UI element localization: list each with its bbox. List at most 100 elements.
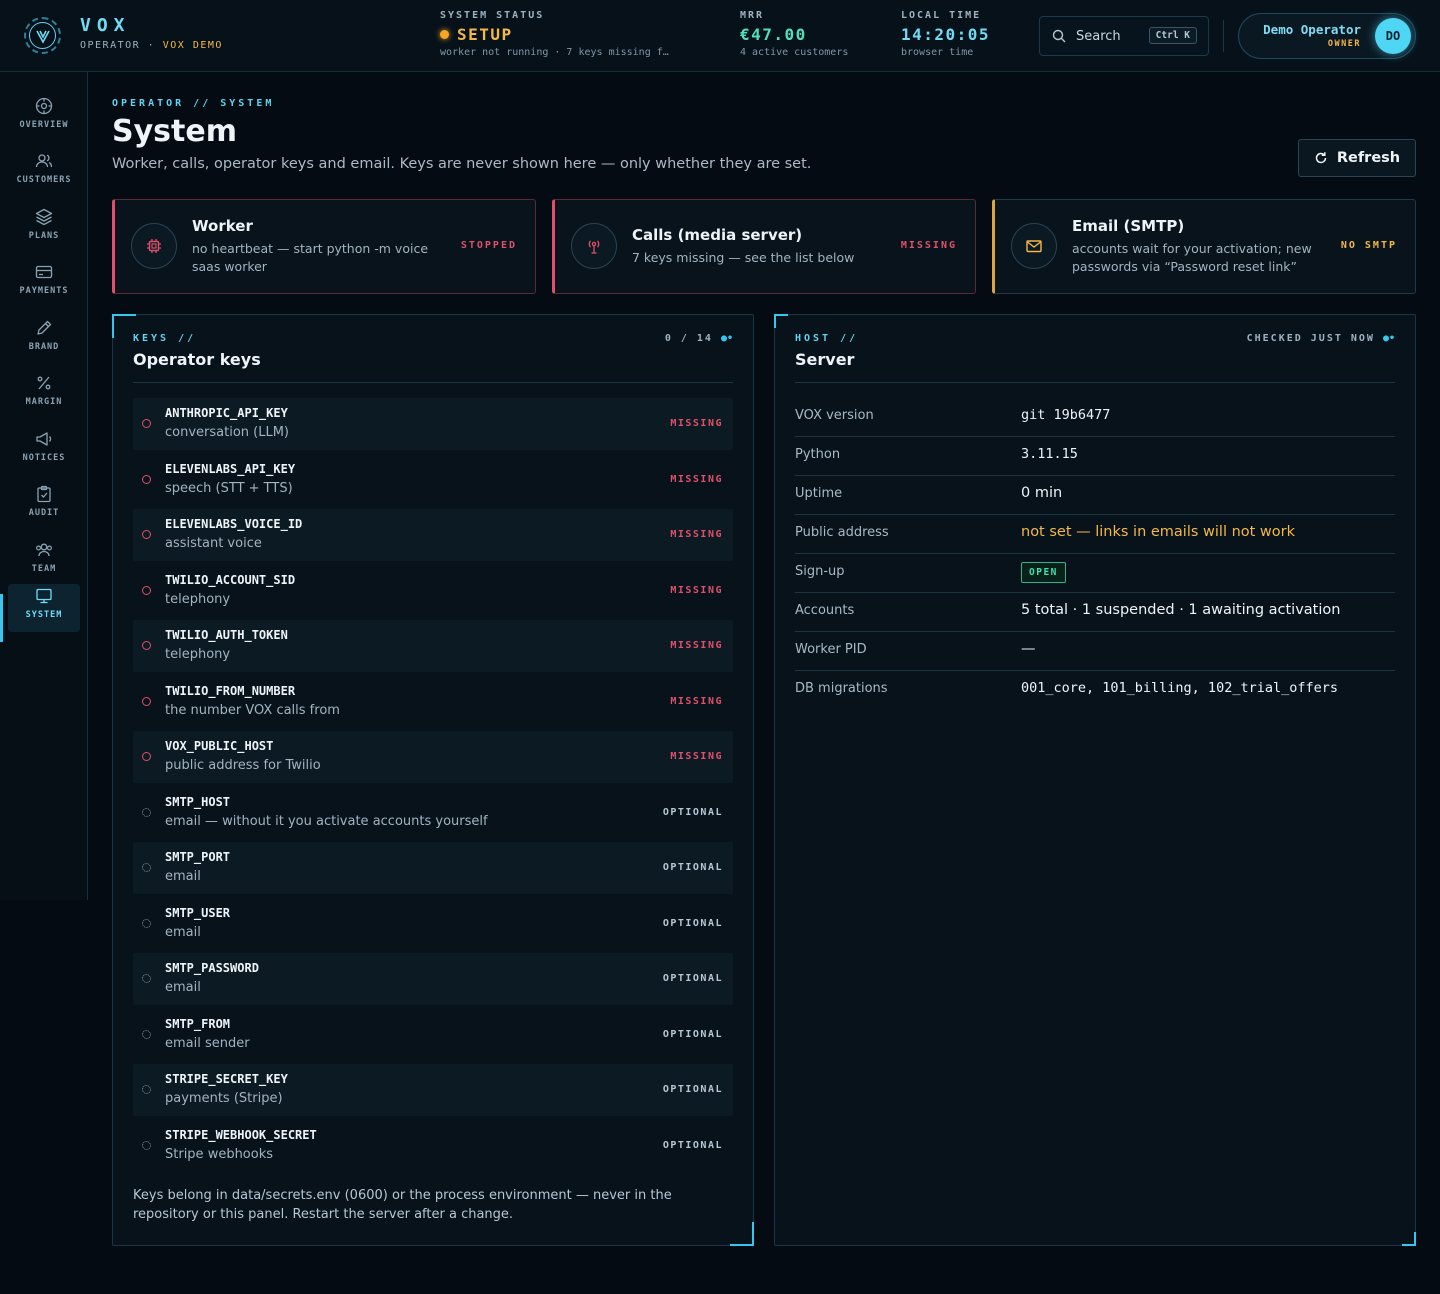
server-info-row: Uptime 0 min xyxy=(795,476,1395,515)
server-info-row: VOX version git 19b6477 xyxy=(795,398,1395,437)
mail-icon xyxy=(1011,223,1057,269)
key-row: TWILIO_AUTH_TOKEN telephony MISSING xyxy=(133,620,733,672)
percent-icon xyxy=(37,376,51,390)
brand-sub-prefix: OPERATOR · xyxy=(80,40,156,51)
credit-card-icon xyxy=(35,265,53,279)
worker-card-title: Worker xyxy=(192,217,253,235)
sidebar-item-payments[interactable]: PAYMENTS xyxy=(8,260,80,306)
key-status-dot-icon xyxy=(142,419,151,428)
sidebar-item-team[interactable]: TEAM xyxy=(8,538,80,584)
system-status-stat: SYSTEM STATUS SETUP worker not running ·… xyxy=(440,10,700,58)
cpu-icon xyxy=(131,223,177,269)
server-panel: HOST // Server CHECKED JUST NOW ●• VOX ve… xyxy=(774,314,1416,1246)
server-info-value: 0 min xyxy=(1021,485,1063,501)
key-description: email xyxy=(165,869,201,884)
worker-card-desc-line2: saas worker xyxy=(192,259,267,274)
server-info-row: DB migrations 001_core, 101_billing, 102_… xyxy=(795,671,1395,710)
sidebar-item-customers[interactable]: CUSTOMERS xyxy=(8,149,80,195)
server-info-value: OPEN xyxy=(1021,562,1066,583)
sidebar-item-brand[interactable]: BRAND xyxy=(8,316,80,362)
sidebar-item-system[interactable]: SYSTEM xyxy=(8,584,80,632)
server-info-row: Python 3.11.15 xyxy=(795,437,1395,476)
key-row: TWILIO_FROM_NUMBER the number VOX calls f… xyxy=(133,676,733,728)
key-row: SMTP_USER email OPTIONAL xyxy=(133,898,733,950)
status-dots-icon: ●• xyxy=(1382,333,1395,344)
user-menu[interactable]: Demo Operator OWNER DO xyxy=(1238,13,1416,59)
nav-active-indicator xyxy=(0,594,3,642)
local-time-value: 14:20:05 xyxy=(901,25,991,44)
key-status: MISSING xyxy=(670,584,723,596)
key-status-dot-icon xyxy=(142,752,151,761)
key-description: telephony xyxy=(165,591,231,607)
key-status: OPTIONAL xyxy=(662,1028,723,1040)
key-status-dot-icon xyxy=(142,807,151,817)
refresh-button[interactable]: Refresh xyxy=(1298,139,1416,177)
keys-title: Operator keys xyxy=(133,350,261,369)
key-status: MISSING xyxy=(670,751,723,762)
key-name: ELEVENLABS_API_KEY xyxy=(165,461,296,476)
panel-corner xyxy=(730,1222,754,1246)
key-name: TWILIO_FROM_NUMBER xyxy=(165,683,296,698)
sidebar-item-margin[interactable]: MARGIN xyxy=(8,371,80,417)
key-description: speech (STT + TTS) xyxy=(165,480,293,496)
sidebar-item-plans[interactable]: PLANS xyxy=(8,205,80,251)
panel-divider xyxy=(795,382,1395,383)
mrr-sub: 4 active customers xyxy=(740,47,849,58)
vox-logo-icon[interactable] xyxy=(24,17,61,54)
worker-status-badge: STOPPED xyxy=(460,240,517,251)
system-status-text: SETUP xyxy=(457,25,513,44)
users-icon xyxy=(35,154,53,168)
key-status-dot-icon xyxy=(142,1140,151,1150)
server-info-label: Python xyxy=(795,447,841,462)
search-label: Search xyxy=(1076,28,1121,44)
key-row: TWILIO_ACCOUNT_SID telephony MISSING xyxy=(133,565,733,617)
monitor-icon xyxy=(36,588,52,604)
sidebar-item-notices[interactable]: NOTICES xyxy=(8,427,80,473)
system-status-sub: worker not running · 7 keys missing f… xyxy=(440,47,669,58)
key-status: OPTIONAL xyxy=(662,973,723,984)
sidebar-item-label: TEAM xyxy=(31,564,57,574)
sidebar-item-label: MARGIN xyxy=(25,397,63,407)
key-status: OPTIONAL xyxy=(662,1084,723,1095)
refresh-icon xyxy=(1315,152,1327,164)
server-info-row: Public address not set — links in emails … xyxy=(795,515,1395,554)
email-card-desc-line1: accounts wait for your activation; new xyxy=(1072,241,1312,256)
sidebar-item-overview[interactable]: OVERVIEW xyxy=(8,94,80,140)
email-status-badge: NO SMTP xyxy=(1340,240,1397,251)
local-time-sub: browser time xyxy=(901,47,974,58)
worker-status-card: Worker no heartbeat — start python -m vo… xyxy=(112,199,536,294)
pen-icon xyxy=(37,320,52,335)
key-name: SMTP_USER xyxy=(165,905,231,920)
server-info-label: Uptime xyxy=(795,486,843,501)
key-description: email xyxy=(165,924,201,940)
calls-card-title: Calls (media server) xyxy=(632,226,803,244)
search-button[interactable]: Search Ctrl K xyxy=(1039,16,1209,56)
keys-kicker: KEYS // xyxy=(133,333,197,344)
key-description: telephony xyxy=(165,647,231,662)
status-dots-icon: ●• xyxy=(720,333,733,344)
keys-footer-note: Keys belong in data/secrets.env (0600) o… xyxy=(133,1186,733,1224)
key-description: assistant voice xyxy=(165,536,262,551)
operator-keys-panel: KEYS // Operator keys 0 / 14 ●• ANTHROPIC… xyxy=(112,314,754,1246)
email-card-title: Email (SMTP) xyxy=(1072,217,1185,235)
key-status-dot-icon xyxy=(142,530,151,539)
key-row: STRIPE_WEBHOOK_SECRET Stripe webhooks OPTI… xyxy=(133,1120,733,1172)
panel-corner xyxy=(774,314,788,328)
server-info-label: Accounts xyxy=(795,603,855,618)
key-description: Stripe webhooks xyxy=(165,1146,274,1162)
server-info-row: Worker PID — xyxy=(795,632,1395,671)
sidebar-item-label: SYSTEM xyxy=(25,610,63,620)
key-status: OPTIONAL xyxy=(662,806,723,818)
panel-divider xyxy=(133,382,733,383)
system-status-label: SYSTEM STATUS xyxy=(440,10,545,21)
key-description: conversation (LLM) xyxy=(165,425,289,440)
key-name: STRIPE_WEBHOOK_SECRET xyxy=(165,1127,317,1142)
server-info-label: Sign-up xyxy=(795,564,845,579)
server-info-value: 3.11.15 xyxy=(1021,446,1078,462)
key-status-dot-icon xyxy=(142,1029,151,1039)
sidebar: OVERVIEW CUSTOMERS PLANS PAYMENTS BRAND … xyxy=(0,72,88,900)
sidebar-item-audit[interactable]: AUDIT xyxy=(8,482,80,528)
key-name: ELEVENLABS_VOICE_ID xyxy=(165,517,303,531)
brand-subtitle: OPERATOR · VOX DEMO xyxy=(80,40,223,51)
key-name: TWILIO_AUTH_TOKEN xyxy=(165,628,288,642)
